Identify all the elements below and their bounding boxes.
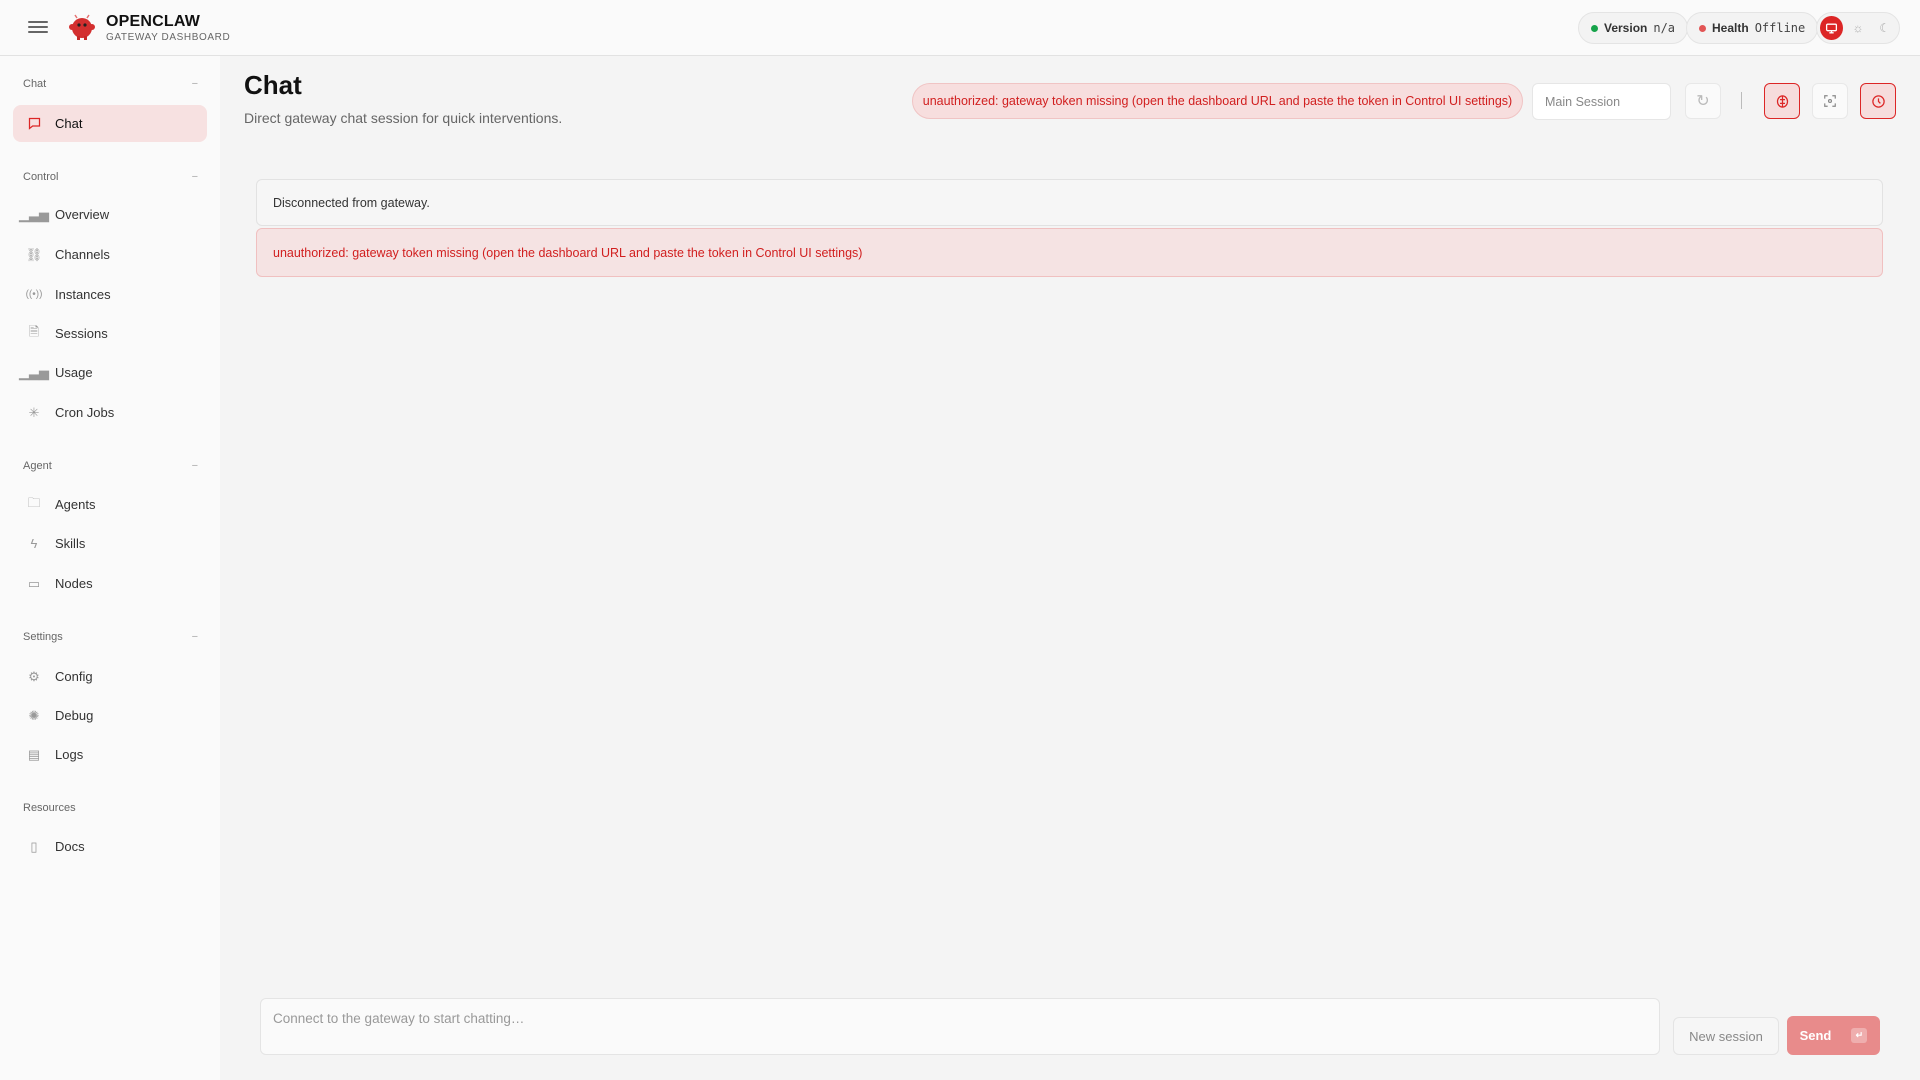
loader-icon: ✳ xyxy=(28,404,40,420)
version-value: n/a xyxy=(1653,21,1676,35)
sidebar-item-label: Docs xyxy=(55,839,85,854)
sidebar-item-label: Chat xyxy=(55,116,83,131)
section-label: Agent xyxy=(23,460,52,472)
send-button[interactable]: Send ↵ xyxy=(1787,1016,1880,1055)
sidebar-item-usage[interactable]: ▁▃▅ Usage xyxy=(13,354,207,391)
brand-subtitle: GATEWAY DASHBOARD xyxy=(106,32,231,43)
sidebar-item-label: Instances xyxy=(55,287,111,302)
thinking-toggle-button[interactable] xyxy=(1764,83,1800,119)
moon-icon[interactable]: ☾ xyxy=(1873,16,1896,40)
health-badge: Health Offline xyxy=(1686,12,1819,44)
bug-icon: ✺ xyxy=(28,707,40,723)
file-icon: 🗎 xyxy=(28,323,40,339)
version-badge: Version n/a xyxy=(1578,12,1689,44)
monitor-icon[interactable] xyxy=(1820,16,1843,40)
page-title: Chat xyxy=(244,70,302,100)
sidebar-item-docs[interactable]: ▯ Docs xyxy=(13,828,207,865)
sidebar-item-sessions[interactable]: 🗎 Sessions xyxy=(13,315,207,352)
sidebar-item-channels[interactable]: ⛓ Channels xyxy=(13,236,207,273)
sun-icon[interactable]: ☼ xyxy=(1847,16,1870,40)
enter-key-icon: ↵ xyxy=(1851,1028,1868,1043)
status-message: Disconnected from gateway. xyxy=(256,179,1883,226)
brain-icon xyxy=(1776,94,1788,108)
bar-chart-icon: ▁▃▅ xyxy=(19,364,49,380)
sidebar-item-label: Sessions xyxy=(55,326,108,341)
section-agent[interactable]: Agent − xyxy=(23,460,198,472)
clock-icon xyxy=(1871,94,1885,108)
sidebar: Chat − Chat Control − ▁▃▅ Overview ⛓ Channel… xyxy=(0,56,220,1080)
sidebar-item-label: Nodes xyxy=(55,576,93,591)
sidebar-item-label: Skills xyxy=(55,536,86,551)
sidebar-item-label: Channels xyxy=(55,247,110,262)
section-control[interactable]: Control − xyxy=(23,171,198,183)
status-dot-icon xyxy=(1699,24,1706,32)
collapse-icon[interactable]: − xyxy=(192,460,198,472)
error-message: unauthorized: gateway token missing (ope… xyxy=(256,228,1883,277)
sidebar-item-nodes[interactable]: ▭ Nodes xyxy=(13,565,207,602)
gear-icon: ⚙ xyxy=(28,668,40,684)
sidebar-item-cron-jobs[interactable]: ✳ Cron Jobs xyxy=(13,394,207,431)
section-label: Resources xyxy=(23,802,76,814)
focus-icon xyxy=(1824,95,1836,107)
sidebar-item-skills[interactable]: ϟ Skills xyxy=(13,525,207,562)
toolbar-divider xyxy=(1741,92,1742,109)
sidebar-item-config[interactable]: ⚙ Config xyxy=(13,658,207,695)
brand-title: OPENCLAW xyxy=(106,13,201,30)
sidebar-item-label: Agents xyxy=(55,497,96,512)
section-label: Control xyxy=(23,171,59,183)
section-chat[interactable]: Chat − xyxy=(23,78,198,90)
monitor-icon: ▭ xyxy=(27,575,41,591)
section-label: Settings xyxy=(23,631,63,643)
collapse-icon[interactable]: − xyxy=(192,171,198,183)
menu-toggle-icon[interactable] xyxy=(28,18,48,36)
error-badge: unauthorized: gateway token missing (ope… xyxy=(912,83,1523,119)
bolt-icon: ϟ xyxy=(30,536,38,551)
book-icon: ▯ xyxy=(30,838,38,854)
health-value: Offline xyxy=(1754,21,1806,35)
radio-icon: ((•)) xyxy=(25,289,43,300)
health-label: Health xyxy=(1712,21,1749,35)
page-subtitle: Direct gateway chat session for quick in… xyxy=(244,110,563,126)
message-icon xyxy=(25,115,43,133)
chat-input[interactable]: Connect to the gateway to start chatting… xyxy=(260,998,1660,1055)
link-icon: ⛓ xyxy=(25,246,43,262)
refresh-button[interactable]: ↻ xyxy=(1685,83,1721,119)
status-dot-icon xyxy=(1591,24,1598,32)
session-select[interactable]: Main Session xyxy=(1532,83,1671,120)
sidebar-item-overview[interactable]: ▁▃▅ Overview xyxy=(13,196,207,233)
sidebar-item-instances[interactable]: ((•)) Instances xyxy=(13,276,207,313)
theme-switcher: ☼ ☾ xyxy=(1816,12,1900,44)
sidebar-item-debug[interactable]: ✺ Debug xyxy=(13,697,207,734)
folder-icon: 🗀 xyxy=(27,494,41,510)
sidebar-item-label: Overview xyxy=(55,207,110,222)
sidebar-item-agents[interactable]: 🗀 Agents xyxy=(13,486,207,523)
sidebar-item-chat[interactable]: Chat xyxy=(13,105,207,142)
collapse-icon[interactable]: − xyxy=(192,631,198,643)
send-label: Send xyxy=(1799,1028,1832,1043)
scroll-icon: ▤ xyxy=(27,746,41,762)
sidebar-item-label: Config xyxy=(55,669,93,684)
new-session-button[interactable]: New session xyxy=(1673,1017,1779,1055)
focus-mode-button[interactable] xyxy=(1812,83,1848,119)
openclaw-logo xyxy=(69,14,95,40)
refresh-icon: ↻ xyxy=(1696,93,1710,110)
sidebar-item-label: Usage xyxy=(55,365,93,380)
version-label: Version xyxy=(1604,21,1648,35)
topbar: OPENCLAW GATEWAY DASHBOARD Version n/a H… xyxy=(0,0,1920,56)
sidebar-item-label: Cron Jobs xyxy=(55,405,115,420)
sidebar-item-label: Logs xyxy=(55,747,84,762)
history-button[interactable] xyxy=(1860,83,1896,119)
section-resources: Resources xyxy=(23,802,198,814)
section-label: Chat xyxy=(23,78,47,90)
section-settings[interactable]: Settings − xyxy=(23,631,198,643)
sidebar-item-label: Debug xyxy=(55,708,94,723)
brand: OPENCLAW GATEWAY DASHBOARD xyxy=(106,13,230,43)
sidebar-item-logs[interactable]: ▤ Logs xyxy=(13,736,207,773)
collapse-icon[interactable]: − xyxy=(192,78,198,90)
bar-chart-icon: ▁▃▅ xyxy=(19,206,49,222)
